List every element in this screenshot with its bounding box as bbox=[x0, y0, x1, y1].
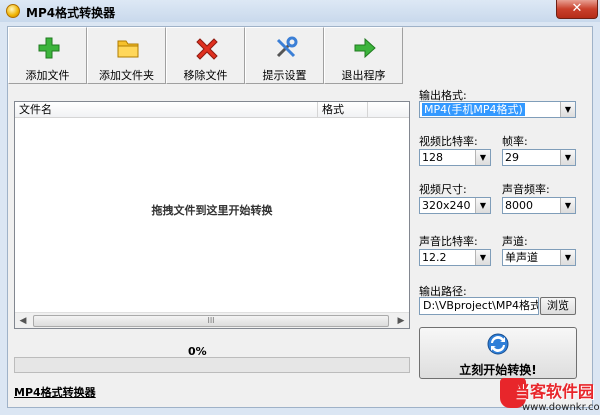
horizontal-scrollbar[interactable]: ◀ III ▶ bbox=[15, 312, 409, 328]
app-link[interactable]: MP4格式转换器 bbox=[14, 384, 96, 400]
start-convert-label: 立刻开始转换! bbox=[459, 363, 537, 377]
add-folder-button[interactable]: 添加文件夹 bbox=[87, 27, 166, 84]
toolbar: 添加文件 添加文件夹 移除文件 提示设置 退出程序 bbox=[8, 27, 406, 85]
scroll-left-icon[interactable]: ◀ bbox=[15, 313, 31, 329]
convert-refresh-icon bbox=[487, 333, 509, 355]
file-list-header: 文件名 格式 bbox=[15, 102, 409, 118]
video-bitrate-label: 视频比特率: bbox=[419, 135, 478, 148]
main-window: 添加文件 添加文件夹 移除文件 提示设置 退出程序 文件名 格式 拖拽文件到这里… bbox=[7, 26, 593, 408]
window-title: MP4格式转换器 bbox=[26, 6, 116, 20]
settings-tools-icon bbox=[276, 36, 298, 58]
start-convert-button[interactable]: 立刻开始转换! bbox=[419, 327, 577, 379]
audio-bitrate-select[interactable]: 12.2 ▼ bbox=[419, 249, 491, 266]
add-folder-label: 添加文件夹 bbox=[99, 69, 154, 82]
column-header-filename[interactable]: 文件名 bbox=[15, 102, 318, 118]
close-button[interactable]: ✕ bbox=[556, 0, 598, 19]
column-header-format[interactable]: 格式 bbox=[318, 102, 368, 118]
remove-file-button[interactable]: 移除文件 bbox=[166, 27, 245, 84]
remove-icon bbox=[196, 38, 218, 60]
remove-file-label: 移除文件 bbox=[183, 69, 228, 82]
chevron-down-icon[interactable]: ▼ bbox=[560, 150, 575, 165]
watermark-url: www.downkr.com bbox=[522, 402, 600, 413]
folder-icon bbox=[117, 40, 139, 58]
video-size-select[interactable]: 320x240 ▼ bbox=[419, 197, 491, 214]
audio-rate-select[interactable]: 8000 ▼ bbox=[502, 197, 576, 214]
add-file-label: 添加文件 bbox=[25, 69, 70, 82]
audio-rate-label: 声音频率: bbox=[502, 183, 550, 196]
output-path-field[interactable]: D:\VBproject\MP4格式转 bbox=[419, 297, 539, 315]
tip-settings-button[interactable]: 提示设置 bbox=[245, 27, 324, 84]
framerate-select[interactable]: 29 ▼ bbox=[502, 149, 576, 166]
chevron-down-icon[interactable]: ▼ bbox=[560, 198, 575, 213]
watermark-text: 当客软件园 bbox=[514, 382, 595, 401]
output-format-select[interactable]: MP4(手机MP4格式) ▼ bbox=[419, 101, 576, 118]
tip-settings-label: 提示设置 bbox=[262, 69, 307, 82]
chevron-down-icon[interactable]: ▼ bbox=[560, 250, 575, 265]
channel-label: 声道: bbox=[502, 235, 528, 248]
chevron-down-icon[interactable]: ▼ bbox=[475, 150, 490, 165]
app-icon bbox=[6, 4, 20, 18]
add-icon bbox=[38, 37, 60, 59]
exit-label: 退出程序 bbox=[341, 69, 386, 82]
exit-arrow-icon bbox=[354, 37, 376, 59]
exit-button[interactable]: 退出程序 bbox=[324, 27, 403, 84]
audio-bitrate-label: 声音比特率: bbox=[419, 235, 478, 248]
watermark: 当客软件园 www.downkr.com bbox=[500, 378, 600, 415]
scroll-right-icon[interactable]: ▶ bbox=[393, 313, 409, 329]
video-bitrate-select[interactable]: 128 ▼ bbox=[419, 149, 491, 166]
drop-hint: 拖拽文件到这里开始转换 bbox=[151, 204, 273, 217]
video-size-label: 视频尺寸: bbox=[419, 183, 467, 196]
browse-button[interactable]: 浏览 bbox=[540, 297, 576, 315]
file-list[interactable]: 文件名 格式 拖拽文件到这里开始转换 ◀ III ▶ bbox=[14, 101, 410, 329]
progress-bar bbox=[14, 357, 410, 373]
title-bar: MP4格式转换器 ✕ bbox=[0, 0, 600, 22]
add-file-button[interactable]: 添加文件 bbox=[8, 27, 87, 84]
channel-select[interactable]: 单声道 ▼ bbox=[502, 249, 576, 266]
scroll-thumb[interactable]: III bbox=[33, 315, 389, 327]
framerate-label: 帧率: bbox=[502, 135, 528, 148]
chevron-down-icon[interactable]: ▼ bbox=[475, 250, 490, 265]
chevron-down-icon[interactable]: ▼ bbox=[560, 102, 575, 117]
chevron-down-icon[interactable]: ▼ bbox=[475, 198, 490, 213]
